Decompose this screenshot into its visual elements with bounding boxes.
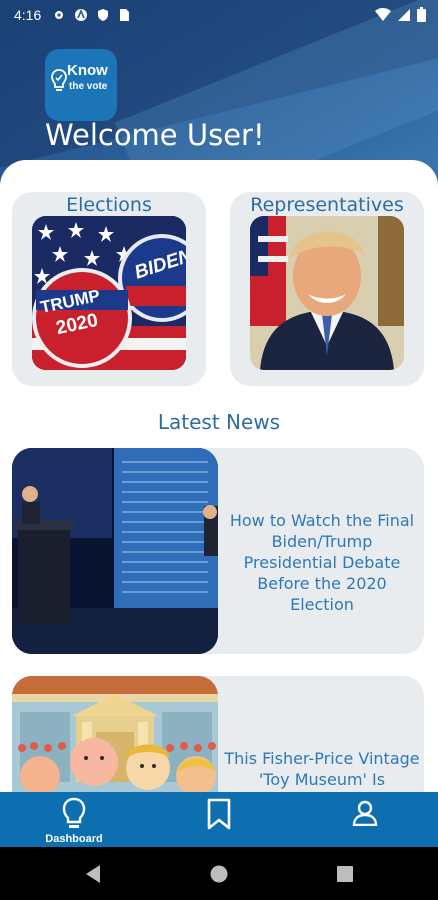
- lightbulb-check-icon: [51, 69, 67, 91]
- elections-card-label: Elections: [66, 194, 152, 216]
- status-system-icons: [375, 7, 426, 22]
- signal-icon: [398, 8, 410, 21]
- portrait-graphic: [250, 216, 404, 370]
- dashboard-panel: Elections TRUMP 2020 BIDEN Representativ…: [0, 160, 438, 800]
- nav-dashboard-label: Dashboard: [45, 833, 103, 845]
- elections-image: TRUMP 2020 BIDEN: [32, 216, 186, 370]
- back-icon[interactable]: [84, 864, 102, 884]
- status-time: 4:16: [14, 7, 42, 23]
- nav-dashboard[interactable]: Dashboard: [34, 792, 114, 847]
- recents-icon[interactable]: [336, 865, 354, 883]
- bottom-navigation: Dashboard: [0, 792, 438, 847]
- representatives-card[interactable]: Representatives: [230, 192, 424, 386]
- news-card-1[interactable]: How to Watch the Final Biden/Trump Presi…: [12, 448, 424, 654]
- settings-icon: [55, 11, 63, 19]
- status-bar: 4:16: [0, 0, 438, 30]
- person-icon: [352, 800, 378, 826]
- shield-icon: [98, 9, 108, 21]
- system-navigation-bar: [0, 847, 438, 900]
- representatives-card-label: Representatives: [250, 194, 404, 216]
- home-icon[interactable]: [209, 864, 229, 884]
- nav-profile[interactable]: [325, 792, 405, 847]
- sim-card-icon: [120, 9, 129, 21]
- wifi-icon: [375, 7, 391, 21]
- a-circle-icon: [75, 8, 87, 21]
- app-logo: Know the vote: [45, 49, 117, 121]
- lightbulb-icon: [62, 797, 86, 828]
- election-buttons-graphic: [32, 216, 186, 370]
- news-headline-1: How to Watch the Final Biden/Trump Presi…: [229, 511, 415, 614]
- logo-line1: Know: [67, 62, 108, 79]
- battery-icon: [417, 7, 426, 22]
- representative-portrait: [250, 216, 404, 370]
- elections-card[interactable]: Elections TRUMP 2020 BIDEN: [12, 192, 206, 386]
- toy-museum-graphic: [12, 676, 218, 800]
- bookmark-icon: [207, 798, 231, 830]
- latest-news-title: Latest News: [157, 410, 281, 434]
- logo-line2: the vote: [69, 81, 108, 92]
- news-image-1: [12, 448, 218, 654]
- nav-bookmarks[interactable]: [179, 792, 259, 847]
- debate-stage-graphic: [12, 448, 218, 654]
- news-image-2: [12, 676, 218, 800]
- welcome-title: Welcome User!: [45, 118, 265, 152]
- news-card-2[interactable]: This Fisher-Price Vintage 'Toy Museum' I…: [12, 676, 424, 800]
- news-headline-2: This Fisher-Price Vintage 'Toy Museum' I…: [224, 749, 420, 789]
- status-notification-icons: [52, 8, 130, 22]
